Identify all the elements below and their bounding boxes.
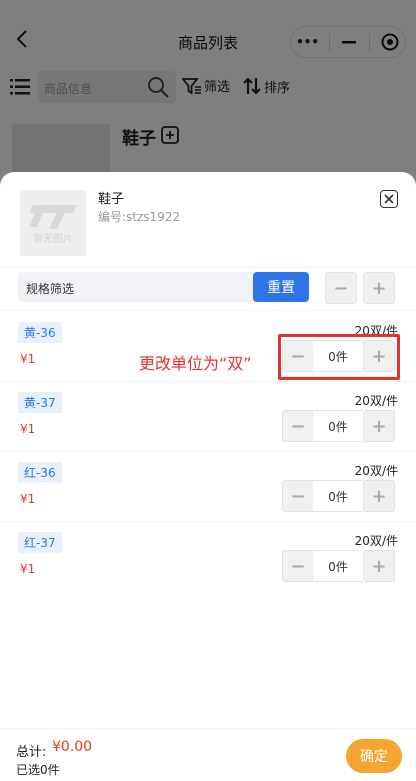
divider	[0, 310, 416, 311]
sheet-footer: 总计: ¥0.00 已选0件 确定	[0, 728, 416, 781]
spec-row: 红-37 20双/件 ¥1 − 0件 +	[0, 522, 416, 592]
reset-button[interactable]: 重置	[253, 272, 309, 302]
spec-price: ¥1	[20, 492, 36, 506]
annotation-text: 更改单位为“双”	[139, 354, 252, 373]
spec-tag: 黄-36	[18, 322, 62, 343]
increment-button[interactable]: +	[363, 480, 395, 512]
quantity-input[interactable]: 0件	[313, 550, 363, 582]
product-image-placeholder: 暂无图片	[20, 190, 86, 256]
spec-row: 红-36 20双/件 ¥1 − 0件 +	[0, 452, 416, 522]
spec-price: ¥1	[20, 422, 36, 436]
spec-selection-sheet: 暂无图片 鞋子 编号:stzs1922 规格筛选 重置 − + 黄-36 20双…	[0, 172, 416, 781]
thumb-text: 暂无图片	[33, 232, 73, 245]
spec-row: 黄-37 20双/件 ¥1 − 0件 +	[0, 382, 416, 452]
total-value: ¥0.00	[52, 739, 93, 755]
decrement-button[interactable]: −	[282, 410, 314, 442]
spec-price: ¥1	[20, 562, 36, 576]
decrement-button[interactable]: −	[282, 550, 314, 582]
decrement-button[interactable]: −	[282, 480, 314, 512]
spec-unit: 20双/件	[354, 534, 398, 548]
spec-unit: 20双/件	[354, 464, 398, 478]
quantity-input[interactable]: 0件	[313, 410, 363, 442]
spec-filter-label: 规格筛选	[26, 282, 75, 296]
spec-price: ¥1	[20, 352, 36, 366]
selected-count: 已选0件	[16, 763, 60, 777]
close-sheet-button[interactable]	[380, 190, 398, 208]
increment-button[interactable]: +	[363, 550, 395, 582]
quantity-input[interactable]: 0件	[313, 480, 363, 512]
spec-tag: 红-37	[18, 532, 62, 553]
confirm-button[interactable]: 确定	[346, 739, 402, 773]
increment-button[interactable]: +	[363, 410, 395, 442]
product-title: 鞋子	[98, 192, 125, 207]
divider	[0, 267, 416, 268]
no-image-logo-icon: 暂无图片	[29, 205, 77, 245]
total-label: 总计:	[16, 745, 47, 760]
bulk-increment-button[interactable]: +	[363, 272, 395, 304]
product-code: 编号:stzs1922	[98, 210, 181, 224]
bulk-decrement-button[interactable]: −	[325, 272, 357, 304]
spec-tag: 红-36	[18, 462, 62, 483]
spec-tag: 黄-37	[18, 392, 62, 413]
spec-filter-input[interactable]: 规格筛选	[18, 272, 254, 302]
spec-unit: 20双/件	[354, 394, 398, 408]
close-icon	[384, 194, 394, 204]
annotation-highlight-box	[278, 334, 400, 380]
